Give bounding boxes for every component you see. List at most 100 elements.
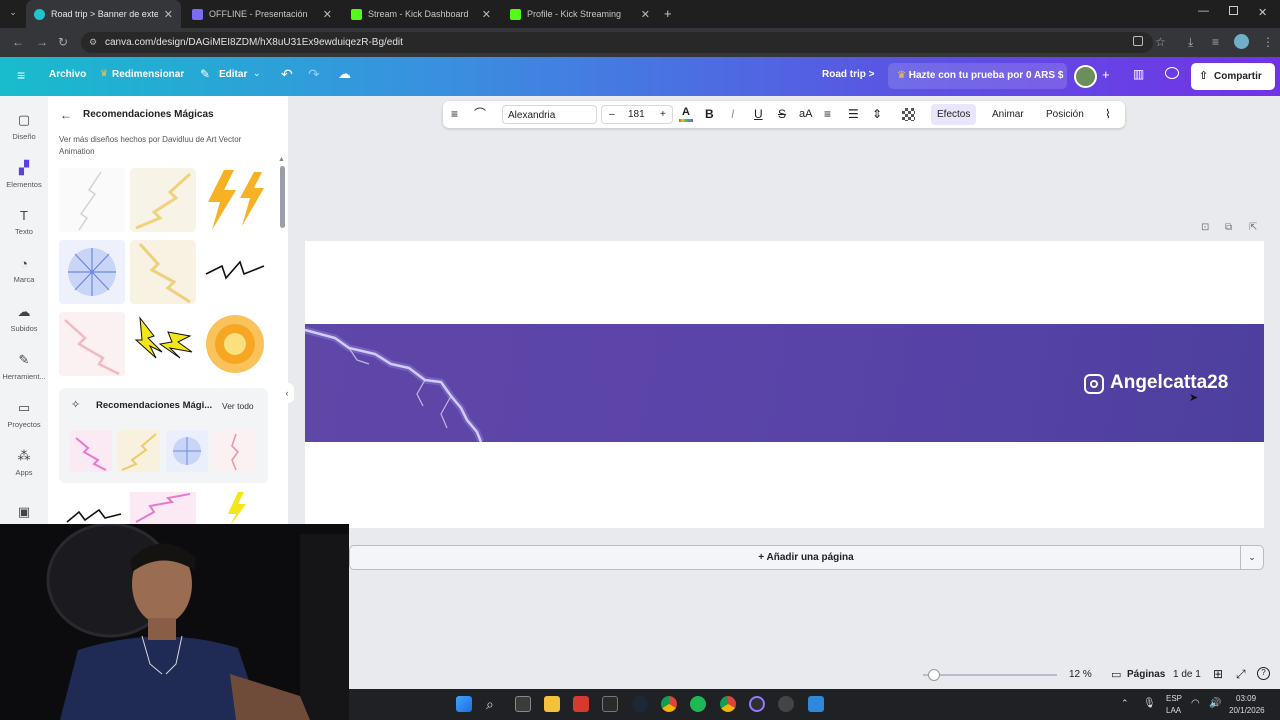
back-icon[interactable]: ← — [12, 35, 24, 49]
pink-lightning-thumbnail[interactable] — [70, 430, 112, 472]
lightning-thumbnail[interactable] — [59, 492, 125, 526]
panel-scrollbar[interactable] — [280, 166, 285, 228]
bold-button[interactable]: B — [705, 101, 714, 128]
store-icon[interactable] — [515, 696, 531, 712]
cast-icon[interactable] — [1133, 36, 1143, 46]
grid-view-icon[interactable]: ⊞ — [1213, 667, 1223, 681]
lightning-thumbnail[interactable] — [130, 492, 196, 526]
close-tab-icon[interactable]: ✕ — [641, 8, 650, 21]
help-icon[interactable]: ? — [1257, 667, 1270, 680]
decrease-size-button[interactable]: – — [609, 109, 615, 120]
chrome-active-icon[interactable] — [720, 696, 736, 712]
underline-button[interactable]: U — [754, 101, 763, 128]
add-page-icon[interactable]: ⇱ — [1249, 222, 1257, 233]
spotify-icon[interactable] — [690, 696, 706, 712]
duplicate-page-icon[interactable]: ⧉ — [1225, 222, 1232, 233]
sidebar-item-projects[interactable]: ▭ Proyectos — [0, 400, 48, 429]
epic-games-icon[interactable] — [602, 696, 618, 712]
new-tab-icon[interactable]: + — [664, 6, 672, 21]
reload-icon[interactable]: ↻ — [58, 35, 68, 49]
undo-icon[interactable]: ↶ — [281, 66, 293, 83]
minimize-window-icon[interactable]: — — [1198, 5, 1209, 17]
add-collaborator-icon[interactable]: + — [1102, 67, 1110, 82]
microphone-icon[interactable]: 🎙 — [1143, 698, 1156, 709]
sidebar-item-tools[interactable]: ✎ Herramient... — [0, 352, 48, 381]
close-tab-icon[interactable]: ✕ — [323, 8, 332, 21]
bookmark-star-icon[interactable]: ☆ — [1155, 35, 1166, 49]
lightning-thumbnail[interactable] — [202, 312, 268, 376]
tab-search-icon[interactable]: ⌄ — [6, 7, 20, 21]
photos-icon[interactable] — [808, 696, 824, 712]
comments-icon[interactable] — [1165, 67, 1179, 79]
chrome-icon[interactable] — [661, 696, 677, 712]
maximize-window-icon[interactable] — [1229, 6, 1238, 15]
windows-start-icon[interactable] — [456, 696, 472, 712]
gold-lightning-thumbnail[interactable] — [118, 430, 160, 472]
increase-size-button[interactable]: + — [660, 109, 666, 120]
align-center-icon[interactable]: ≡ — [824, 101, 831, 128]
lightning-thumbnail[interactable] — [59, 240, 125, 304]
back-arrow-icon[interactable]: ← — [60, 108, 72, 122]
text-color-icon[interactable]: A — [679, 106, 693, 123]
zoom-slider-handle[interactable] — [928, 669, 940, 681]
sidebar-item-text[interactable]: T Texto — [0, 208, 48, 236]
browser-tab[interactable]: Profile - Kick Streaming ✕ — [502, 0, 658, 28]
italic-button[interactable]: I — [731, 101, 734, 128]
keyboard-lang[interactable]: ESP — [1166, 694, 1182, 703]
banner-design[interactable]: Angelcatta28 — [305, 324, 1264, 442]
site-info-icon[interactable]: ⚙ — [89, 32, 97, 53]
tab-search-icon[interactable]: ≡ — [1212, 35, 1219, 49]
browser-tab[interactable]: OFFLINE - Presentación ✕ — [184, 0, 340, 28]
app-circle-icon[interactable] — [778, 696, 794, 712]
lightning-thumbnail[interactable] — [202, 168, 268, 232]
keyboard-region[interactable]: LAA — [1166, 706, 1181, 715]
profile-avatar[interactable] — [1234, 34, 1249, 49]
fullscreen-icon[interactable]: ⤢ — [1236, 667, 1246, 682]
free-trial-button[interactable]: ♛ Hazte con tu prueba por 0 ARS $ — [888, 63, 1067, 89]
tray-chevron-icon[interactable]: ⌃ — [1121, 698, 1129, 709]
lightning-thumbnail[interactable] — [202, 492, 268, 526]
add-page-button[interactable]: + Añadir una página — [349, 545, 1263, 570]
project-title[interactable]: Road trip > — [822, 69, 875, 80]
lightning-thumbnail[interactable] — [130, 240, 196, 304]
file-menu-button[interactable]: Archivo — [49, 69, 86, 80]
font-selector[interactable]: Alexandria — [502, 105, 597, 124]
animate-button[interactable]: Animar — [992, 101, 1024, 128]
strikethrough-button[interactable]: S — [778, 101, 786, 128]
steam-icon[interactable] — [632, 696, 648, 712]
collapse-panel-button[interactable]: ‹ — [280, 383, 294, 403]
zoom-slider[interactable] — [923, 669, 1057, 681]
transparency-icon[interactable] — [902, 108, 915, 121]
cloud-save-icon[interactable]: ☁ — [338, 66, 351, 82]
list-icon[interactable]: ☰ — [848, 101, 859, 128]
file-explorer-icon[interactable] — [544, 696, 560, 712]
close-tab-icon[interactable]: ✕ — [164, 8, 173, 21]
search-icon[interactable]: ⌕ — [486, 696, 502, 712]
see-all-link[interactable]: Ver todo — [222, 401, 254, 411]
lightning-thumbnail[interactable] — [130, 168, 196, 232]
share-button[interactable]: ⇧ Compartir — [1191, 63, 1275, 90]
font-size-value[interactable]: 181 — [628, 109, 645, 120]
sidebar-item-brand[interactable]: ◔ Marca — [0, 256, 48, 284]
letter-case-button[interactable]: aA — [799, 101, 812, 128]
resize-button[interactable]: Redimensionar — [112, 69, 184, 80]
redo-icon[interactable]: ↷ — [308, 66, 320, 83]
edit-menu-button[interactable]: Editar — [219, 69, 247, 80]
browser-tab[interactable]: Stream - Kick Dashboard ✕ — [343, 0, 499, 28]
sidebar-item-uploads[interactable]: ☁ Subidos — [0, 304, 48, 333]
lock-icon[interactable]: ⊡ — [1201, 222, 1209, 233]
chevron-down-icon[interactable]: ⌄ — [253, 68, 261, 79]
lightning-thumbnail[interactable] — [130, 312, 196, 376]
clock-date[interactable]: 20/1/2026 — [1229, 706, 1265, 715]
lightning-thumbnail[interactable] — [202, 240, 268, 304]
sidebar-item-elements[interactable]: ▞ Elementos — [0, 160, 48, 189]
collaborator-avatar[interactable] — [1074, 65, 1097, 88]
sidebar-item-design[interactable]: ▢ Diseño — [0, 112, 48, 141]
font-size-stepper[interactable]: – 181 + — [601, 105, 673, 124]
close-window-icon[interactable]: ✕ — [1258, 6, 1267, 19]
close-tab-icon[interactable]: ✕ — [482, 8, 491, 21]
blue-spark-thumbnail[interactable] — [166, 430, 208, 472]
obs-icon[interactable] — [749, 696, 765, 712]
lightning-thumbnail[interactable] — [59, 312, 125, 376]
insights-icon[interactable]: ▥ — [1133, 67, 1144, 81]
